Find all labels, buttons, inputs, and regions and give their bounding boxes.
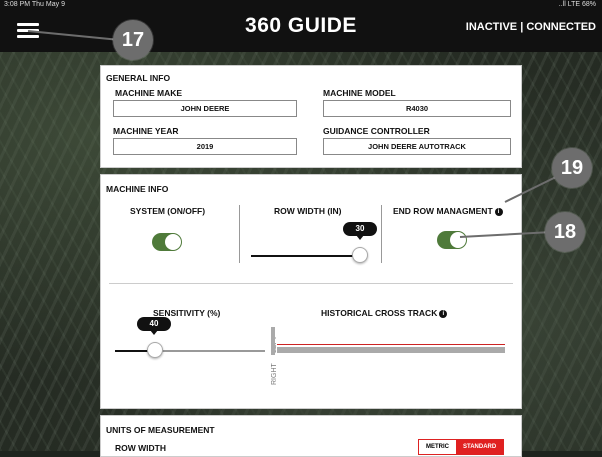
- callout-19: 19: [552, 148, 592, 188]
- leader-line-17: [27, 30, 121, 41]
- leader-line-18: [459, 231, 553, 238]
- callout-18: 18: [545, 212, 585, 252]
- leader-line-19: [504, 174, 561, 203]
- callout-17: 17: [113, 20, 153, 60]
- callout-leaders: [27, 30, 561, 238]
